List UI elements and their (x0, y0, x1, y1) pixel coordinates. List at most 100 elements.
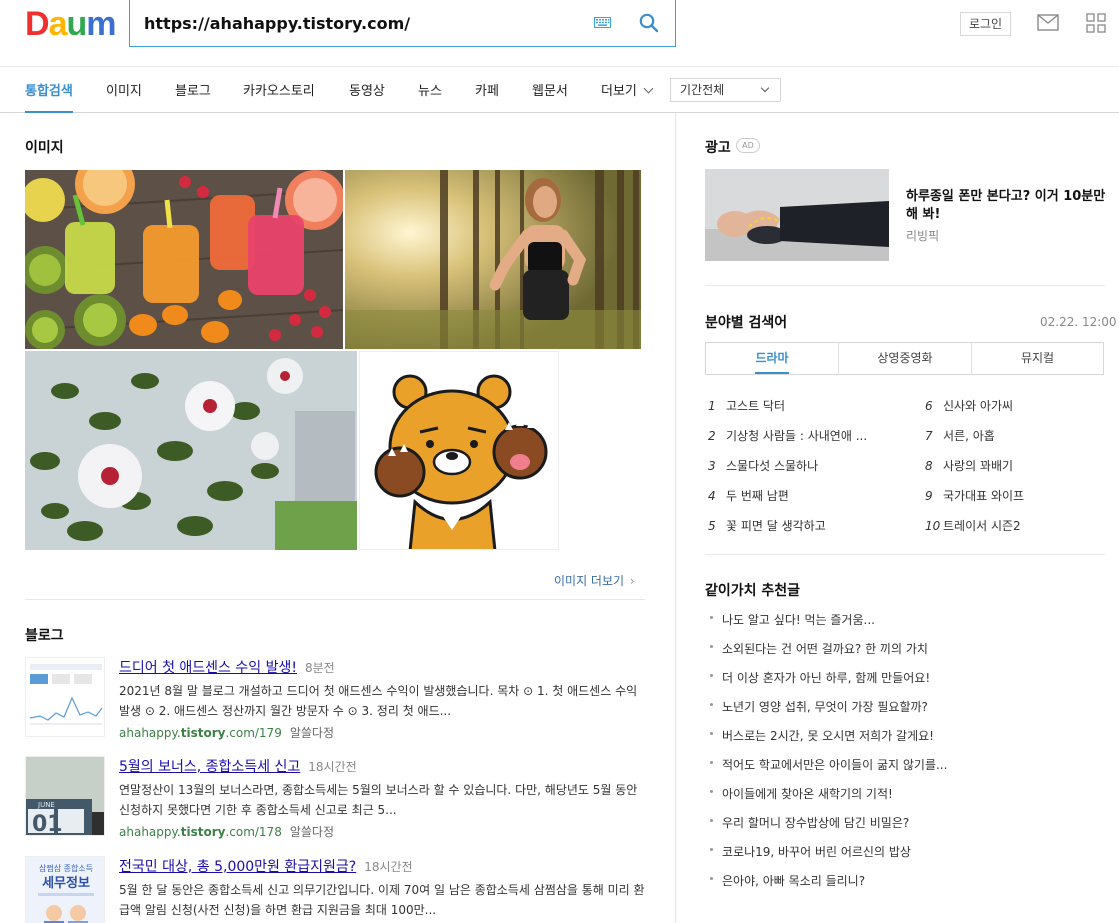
recommend-item[interactable]: 버스로는 2시간, 못 오시면 저희가 갈게요! (710, 727, 934, 744)
keyword-item[interactable]: 2 기상청 사람들 : 사내연애 ... (708, 427, 867, 444)
keyword-item[interactable]: 9 국가대표 와이프 (925, 487, 1024, 504)
bullet-icon (710, 616, 713, 619)
blog-source-prefix: ahahappy. (119, 726, 181, 740)
login-button[interactable]: 로그인 (960, 12, 1011, 36)
image-result-runner[interactable] (345, 170, 641, 349)
tab-news[interactable]: 뉴스 (418, 80, 442, 99)
recommend-item[interactable]: 더 이상 혼자가 아닌 하루, 함께 만들어요! (710, 669, 930, 686)
recommend-text: 은아야, 아빠 목소리 들리니? (722, 874, 866, 888)
app-grid-icon[interactable] (1086, 13, 1106, 33)
keyword-item[interactable]: 10 트레이서 시즌2 (925, 517, 1021, 534)
tab-kakaostory[interactable]: 카카오스토리 (243, 80, 315, 99)
tab-more[interactable]: 더보기 (601, 80, 654, 99)
logo-letter-a: a (48, 5, 68, 43)
recommend-item[interactable]: 우리 할머니 장수밥상에 담긴 비밀은? (710, 814, 909, 831)
daum-logo[interactable]: D a u m (25, 5, 117, 43)
recommend-item[interactable]: 노년기 영양 섭취, 무엇이 가장 필요할까? (710, 698, 928, 715)
recommend-item[interactable]: 소외된다는 건 어떤 걸까요? 한 끼의 가치 (710, 640, 928, 657)
keyword-item[interactable]: 1 고스트 닥터 (708, 397, 785, 414)
image-result-ryan[interactable] (359, 351, 559, 550)
blog-thumbnail[interactable]: 삼쩜삼 종합소득 세무정보 (25, 856, 105, 923)
blog-title-link[interactable]: 전국민 대상, 총 5,000만원 환급지원금? 18시간전 (119, 856, 413, 876)
neck-pillow-ad-photo (705, 169, 889, 261)
image-more-link[interactable]: 이미지 더보기 › (554, 572, 635, 589)
keyword-text: 고스트 닥터 (726, 399, 786, 413)
calendar-thumbnail: JUNE 01 (26, 757, 104, 836)
recommend-text: 우리 할머니 장수밥상에 담긴 비밀은? (722, 816, 910, 830)
recommend-text: 버스로는 2시간, 못 오시면 저희가 갈게요! (722, 729, 934, 743)
blog-source[interactable]: ahahappy.tistory.com/178 알쓸다정 (119, 823, 334, 840)
tab-musical[interactable]: 뮤지컬 (972, 343, 1103, 374)
blog-title-link[interactable]: 5월의 보너스, 종합소득세 신고 18시간전 (119, 756, 357, 776)
tab-integrated[interactable]: 통합검색 (25, 80, 73, 113)
column-divider (675, 113, 676, 923)
keyword-rank: 2 (708, 429, 716, 443)
tab-cafe[interactable]: 카페 (475, 80, 499, 99)
blog-title-text: 드디어 첫 애드센스 수익 발생! (119, 660, 297, 676)
logo-letter-m: m (86, 5, 116, 43)
bullet-icon (710, 645, 713, 648)
blog-source-domain: tistory (180, 726, 226, 740)
search-icon[interactable] (639, 13, 659, 33)
keyword-item[interactable]: 4 두 번째 남편 (708, 487, 789, 504)
tab-video[interactable]: 동영상 (349, 80, 385, 99)
tab-drama[interactable]: 드라마 (706, 343, 838, 374)
blog-title-text: 5월의 보너스, 종합소득세 신고 (119, 759, 301, 775)
image-result-flowers[interactable] (25, 351, 357, 550)
search-input[interactable] (144, 11, 574, 35)
tab-webdoc[interactable]: 웹문서 (532, 80, 568, 99)
blog-description: 5월 한 달 동안은 종합소득세 신고 의무기간입니다. 이제 70여 일 남은… (119, 883, 645, 917)
ad-headline-link[interactable]: 하루종일 폰만 본다고? 이거 10분만 해 봐! (906, 188, 1106, 224)
keyword-item[interactable]: 8 사랑의 꽈배기 (925, 457, 1013, 474)
image-more-label: 이미지 더보기 (554, 574, 625, 588)
calendar-day-text: 01 (32, 812, 63, 836)
keyword-text: 트레이서 시즌2 (943, 519, 1021, 533)
tab-more-label: 더보기 (601, 84, 637, 99)
blog-source-suffix: .com/178 (225, 825, 282, 839)
keyboard-icon[interactable] (594, 17, 611, 28)
tab-image[interactable]: 이미지 (106, 80, 142, 99)
calendar-month-text: JUNE (37, 801, 55, 809)
ad-source: 리빙픽 (906, 229, 940, 243)
recommend-item[interactable]: 코로나19, 바꾸어 버린 어르신의 밥상 (710, 843, 911, 860)
blog-description: 연말정산이 13월의 보너스라면, 종합소득세는 5월의 보너스라 할 수 있습… (119, 783, 638, 817)
keyword-item[interactable]: 5 꽃 피면 달 생각하고 (708, 517, 826, 534)
blog-title-link[interactable]: 드디어 첫 애드센스 수익 발생! 8분전 (119, 657, 335, 677)
blog-source-suffix: .com/179 (225, 726, 282, 740)
recommend-item[interactable]: 은아야, 아빠 목소리 들리니? (710, 872, 865, 889)
recommend-item[interactable]: 아이들에게 찾아온 새학기의 기적! (710, 785, 893, 802)
bullet-icon (710, 790, 713, 793)
blog-section-title: 블로그 (25, 628, 64, 644)
keyword-item[interactable]: 3 스물다섯 스물하나 (708, 457, 818, 474)
blog-title-text: 전국민 대상, 총 5,000만원 환급지원금? (119, 859, 357, 875)
ad-image[interactable] (705, 169, 889, 261)
blog-source[interactable]: ahahappy.tistory.com/179 알쓸다정 (119, 724, 334, 741)
keyword-rank: 3 (708, 459, 716, 473)
tab-movies[interactable]: 상영중영화 (839, 343, 971, 374)
blog-thumbnail[interactable]: JUNE 01 (25, 756, 105, 836)
blog-source-domain: tistory (180, 825, 226, 839)
keyword-rank: 6 (925, 399, 933, 413)
flower-photo (25, 351, 357, 550)
period-select[interactable]: 기간전체 (670, 78, 781, 102)
keyword-text: 기상청 사람들 : 사내연애 ... (726, 429, 868, 443)
mail-icon[interactable] (1037, 14, 1059, 31)
recommend-item[interactable]: 나도 알고 싶다! 먹는 즐거움... (710, 611, 875, 628)
tab-blog[interactable]: 블로그 (175, 80, 211, 99)
recommend-item[interactable]: 적어도 학교에서만은 아이들이 굶지 않기를... (710, 756, 947, 773)
blog-item: JUNE 01 5월의 보너스, 종합소득세 신고 18시간전 연말정산이 13월… (25, 756, 645, 839)
keyword-text: 꽃 피면 달 생각하고 (726, 519, 826, 533)
keyword-item[interactable]: 7 서른, 아홉 (925, 427, 995, 444)
image-result-smoothies[interactable] (25, 170, 343, 349)
keyword-rank: 1 (708, 399, 716, 413)
ryan-character-photo (374, 374, 548, 549)
blog-thumbnail[interactable] (25, 657, 105, 737)
blog-item: 드디어 첫 애드센스 수익 발생! 8분전 2021년 8월 말 블로그 개설하고… (25, 657, 645, 740)
keyword-text: 국가대표 와이프 (943, 489, 1025, 503)
blog-author: 알쓸다정 (289, 825, 334, 839)
keyword-item[interactable]: 6 신사와 아가씨 (925, 397, 1013, 414)
thumb-heading: 세무정보 (42, 875, 90, 891)
category-keyword-date: 02.22. 12:00 (1040, 315, 1117, 329)
keyword-rank: 5 (708, 519, 716, 533)
keyword-text: 신사와 아가씨 (943, 399, 1014, 413)
